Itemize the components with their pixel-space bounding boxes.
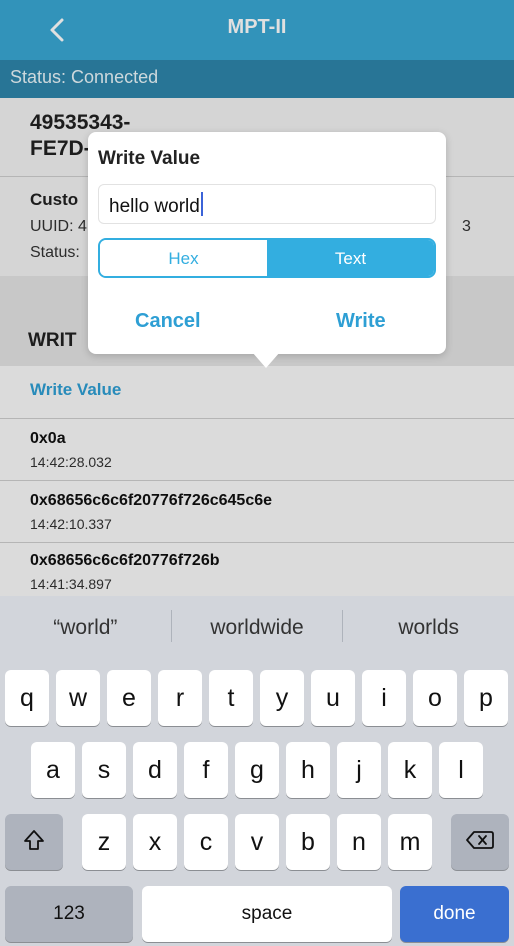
- key-s[interactable]: s: [82, 742, 126, 798]
- key-z[interactable]: z: [82, 814, 126, 870]
- key-q[interactable]: q: [5, 670, 49, 726]
- key-x[interactable]: x: [133, 814, 177, 870]
- numbers-key[interactable]: 123: [5, 886, 133, 942]
- text-caret: [200, 192, 203, 216]
- key-e[interactable]: e: [107, 670, 151, 726]
- shift-icon: [22, 830, 46, 858]
- write-value-input[interactable]: hello world: [98, 184, 436, 224]
- suggestion-item[interactable]: “world”: [0, 596, 171, 658]
- input-text: hello world: [109, 196, 200, 217]
- done-key[interactable]: done: [400, 886, 509, 942]
- dialog-title: Write Value: [98, 148, 201, 169]
- key-r[interactable]: r: [158, 670, 202, 726]
- suggestion-item[interactable]: worldwide: [172, 596, 343, 658]
- space-key[interactable]: space: [142, 886, 392, 942]
- hex-segment[interactable]: Hex: [100, 240, 267, 276]
- key-a[interactable]: a: [31, 742, 75, 798]
- text-segment[interactable]: Text: [267, 240, 434, 276]
- key-u[interactable]: u: [311, 670, 355, 726]
- key-y[interactable]: y: [260, 670, 304, 726]
- cancel-button[interactable]: Cancel: [135, 310, 201, 333]
- dialog-pointer: [252, 352, 280, 368]
- write-value-dialog: Write Value hello world Hex Text Cancel …: [88, 132, 446, 354]
- key-g[interactable]: g: [235, 742, 279, 798]
- key-n[interactable]: n: [337, 814, 381, 870]
- key-l[interactable]: l: [439, 742, 483, 798]
- key-w[interactable]: w: [56, 670, 100, 726]
- key-i[interactable]: i: [362, 670, 406, 726]
- key-h[interactable]: h: [286, 742, 330, 798]
- key-b[interactable]: b: [286, 814, 330, 870]
- suggestion-item[interactable]: worlds: [343, 596, 514, 658]
- key-p[interactable]: p: [464, 670, 508, 726]
- key-j[interactable]: j: [337, 742, 381, 798]
- write-button[interactable]: Write: [336, 310, 386, 333]
- key-k[interactable]: k: [388, 742, 432, 798]
- key-c[interactable]: c: [184, 814, 228, 870]
- delete-key[interactable]: [451, 814, 509, 870]
- key-o[interactable]: o: [413, 670, 457, 726]
- backspace-icon: [465, 830, 495, 858]
- suggestion-bar: “world” worldwide worlds: [0, 596, 514, 658]
- shift-key[interactable]: [5, 814, 63, 870]
- key-f[interactable]: f: [184, 742, 228, 798]
- key-t[interactable]: t: [209, 670, 253, 726]
- format-segmented-control: Hex Text: [98, 238, 436, 278]
- keyboard: “world” worldwide worlds q w e r t y u i…: [0, 596, 514, 946]
- key-v[interactable]: v: [235, 814, 279, 870]
- key-d[interactable]: d: [133, 742, 177, 798]
- key-m[interactable]: m: [388, 814, 432, 870]
